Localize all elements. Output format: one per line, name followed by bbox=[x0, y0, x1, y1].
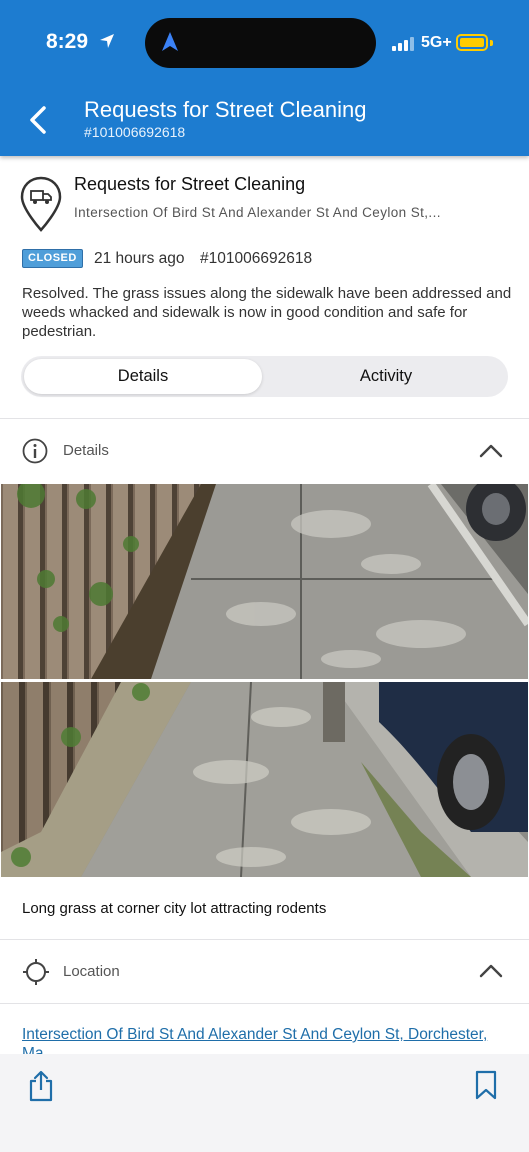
signal-icon bbox=[392, 37, 414, 51]
status-time: 8:29 bbox=[46, 30, 89, 53]
chevron-up-icon[interactable] bbox=[479, 443, 503, 459]
app-header: 8:29 5G+ Requests for Street Cleaning #1… bbox=[0, 0, 529, 156]
request-photo-1[interactable] bbox=[1, 484, 528, 679]
divider bbox=[0, 418, 529, 419]
request-time-ago: 21 hours ago bbox=[94, 250, 185, 267]
battery-icon bbox=[456, 34, 488, 51]
chevron-left-icon bbox=[30, 106, 46, 134]
chevron-up-icon[interactable] bbox=[479, 963, 503, 979]
segmented-control: Details Activity bbox=[21, 356, 508, 397]
bottom-toolbar bbox=[0, 1054, 529, 1152]
battery-tip bbox=[490, 40, 493, 46]
details-section-label: Details bbox=[63, 442, 109, 459]
request-title: Requests for Street Cleaning bbox=[74, 174, 306, 194]
back-button[interactable] bbox=[22, 100, 54, 140]
header-request-id: #101006692618 bbox=[84, 124, 186, 140]
bookmark-icon[interactable] bbox=[474, 1070, 498, 1100]
tab-activity[interactable]: Activity bbox=[267, 359, 505, 394]
divider bbox=[0, 939, 529, 940]
header-title: Requests for Street Cleaning bbox=[84, 97, 367, 122]
dynamic-island bbox=[145, 18, 376, 68]
crosshair-icon bbox=[23, 959, 49, 985]
divider bbox=[0, 1003, 529, 1004]
photo-caption: Long grass at corner city lot attracting… bbox=[22, 900, 327, 917]
status-badge: CLOSED bbox=[22, 249, 83, 268]
location-section-label: Location bbox=[63, 963, 120, 980]
request-photo-2[interactable] bbox=[1, 682, 528, 877]
network-type: 5G+ bbox=[421, 34, 452, 51]
resolution-text: Resolved. The grass issues along the sid… bbox=[22, 285, 512, 340]
share-icon[interactable] bbox=[28, 1070, 54, 1102]
info-circle-icon bbox=[22, 438, 48, 464]
tab-details[interactable]: Details bbox=[24, 359, 262, 394]
navigation-arrow-icon bbox=[162, 32, 178, 51]
location-arrow-icon bbox=[100, 34, 114, 48]
request-address: Intersection Of Bird St And Alexander St… bbox=[74, 205, 441, 220]
truck-pin-icon bbox=[20, 176, 62, 232]
request-id: #101006692618 bbox=[200, 250, 313, 267]
